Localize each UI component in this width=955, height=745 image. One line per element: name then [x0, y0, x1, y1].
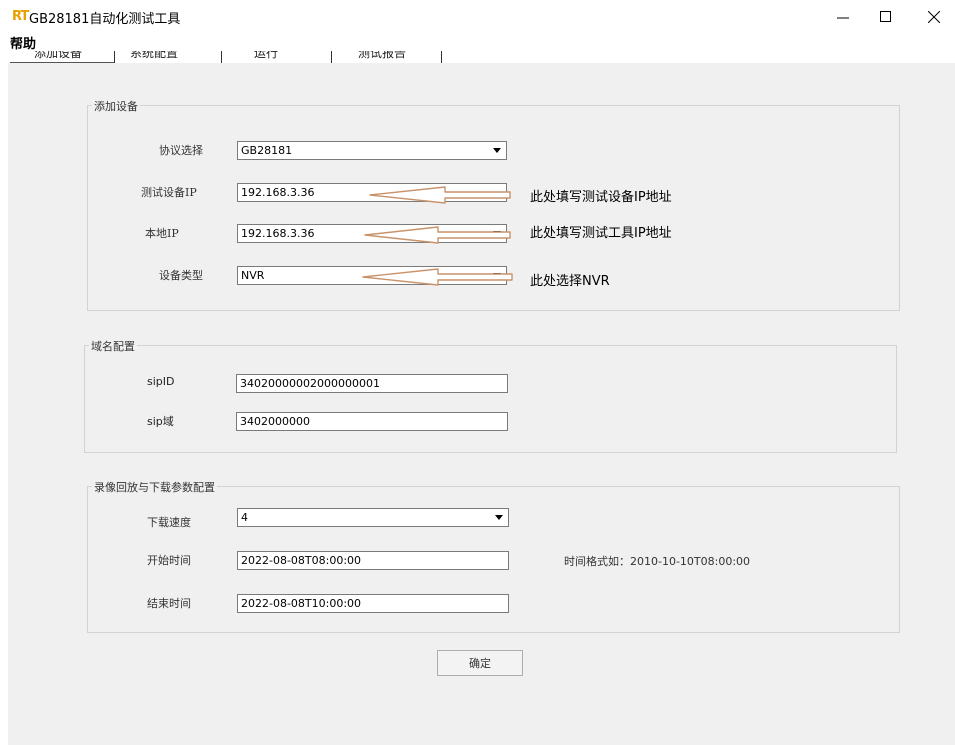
end-time-label: 结束时间 — [147, 597, 191, 610]
start-time-input[interactable]: 2022-08-08T08:00:00 — [237, 551, 509, 570]
device-type-select[interactable]: NVR — [237, 266, 507, 285]
maximize-icon — [880, 11, 891, 22]
tab-separator — [114, 51, 115, 63]
start-time-label: 开始时间 — [147, 554, 191, 567]
tab-separator — [441, 51, 442, 63]
menu-help[interactable]: 帮助 — [10, 33, 36, 52]
confirm-button[interactable]: 确定 — [437, 650, 523, 676]
chevron-down-icon — [493, 148, 501, 153]
chevron-down-icon — [495, 515, 503, 520]
playback-config-legend: 录像回放与下载参数配置 — [92, 479, 217, 495]
window-title: GB28181自动化测试工具 — [29, 12, 181, 27]
protocol-select[interactable]: GB28181 — [237, 141, 507, 160]
tab-separator — [221, 51, 222, 63]
tab-separator — [331, 51, 332, 63]
device-type-annotation: 此处选择NVR — [530, 274, 610, 289]
sip-id-label: sipID — [147, 375, 175, 388]
device-ip-label: 测试设备IP — [141, 186, 197, 199]
download-speed-select[interactable]: 4 — [237, 508, 509, 527]
domain-config-group: 域名配置 — [84, 338, 897, 453]
tab-system-config[interactable]: 系统配置 — [130, 51, 178, 61]
tab-add-device[interactable]: 添加设备 — [34, 51, 82, 61]
maximize-button[interactable] — [866, 4, 906, 30]
time-format-hint: 时间格式如：2010-10-10T08:00:00 — [564, 555, 751, 568]
protocol-value: GB28181 — [241, 144, 293, 157]
menu-bar: 帮助 — [0, 33, 955, 52]
start-time-value: 2022-08-08T08:00:00 — [241, 554, 362, 567]
minimize-button[interactable] — [823, 4, 863, 30]
device-ip-value: 192.168.3.36 — [241, 186, 315, 199]
tab-bar: 添加设备 系统配置 运行 测试报告 — [10, 51, 450, 63]
download-speed-label: 下载速度 — [147, 516, 191, 529]
device-ip-annotation: 此处填写测试设备IP地址 — [530, 190, 672, 205]
device-ip-input[interactable]: 192.168.3.36 — [237, 183, 507, 202]
tab-test-report[interactable]: 测试报告 — [358, 51, 406, 61]
title-bar: RT GB28181自动化测试工具 — [0, 0, 955, 34]
local-ip-label: 本地IP — [145, 227, 179, 240]
device-type-value: NVR — [241, 269, 265, 282]
close-icon — [928, 11, 940, 23]
domain-config-legend: 域名配置 — [89, 338, 137, 354]
local-ip-select[interactable]: 192.168.3.36 — [237, 224, 507, 243]
sip-domain-input[interactable]: 3402000000 — [236, 412, 508, 431]
app-logo: RT — [12, 9, 29, 24]
close-button[interactable] — [914, 4, 954, 30]
sip-domain-value: 3402000000 — [240, 415, 310, 428]
sip-id-input[interactable]: 34020000002000000001 — [236, 374, 508, 393]
local-ip-annotation: 此处填写测试工具IP地址 — [530, 226, 672, 241]
end-time-value: 2022-08-08T10:00:00 — [241, 597, 362, 610]
sip-domain-label: sip域 — [147, 415, 174, 428]
device-type-label: 设备类型 — [159, 269, 203, 282]
minimize-icon — [837, 17, 849, 19]
sip-id-value: 34020000002000000001 — [240, 377, 380, 390]
add-device-legend: 添加设备 — [92, 98, 140, 114]
chevron-down-icon — [493, 231, 501, 236]
end-time-input[interactable]: 2022-08-08T10:00:00 — [237, 594, 509, 613]
download-speed-value: 4 — [241, 511, 248, 524]
protocol-label: 协议选择 — [159, 144, 203, 157]
chevron-down-icon — [493, 273, 501, 278]
tab-run[interactable]: 运行 — [254, 51, 278, 61]
local-ip-value: 192.168.3.36 — [241, 227, 315, 240]
tab-content: 添加设备 协议选择 GB28181 测试设备IP 192.168.3.36 本地… — [8, 63, 955, 745]
